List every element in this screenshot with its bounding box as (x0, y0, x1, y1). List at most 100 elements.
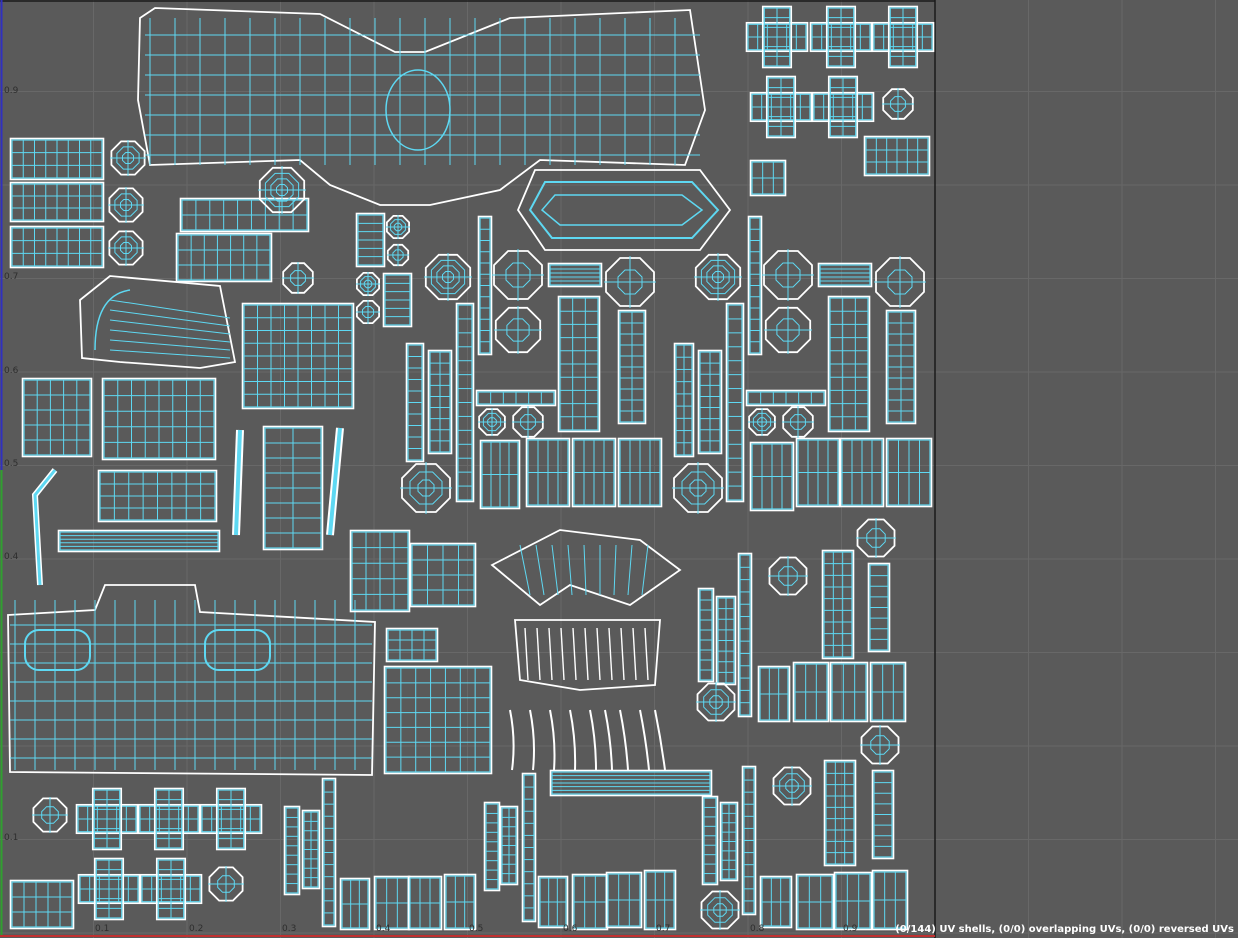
uv-shell (725, 302, 745, 503)
uv-shell (509, 709, 666, 771)
u-tick-label: 0.4 (376, 924, 391, 934)
uv-shell (672, 462, 724, 514)
u-tick-label: 0.7 (656, 924, 671, 934)
uv-shell (155, 857, 187, 921)
uv-shell (795, 873, 835, 931)
uv-shell (79, 275, 237, 369)
uv-shell (741, 765, 757, 916)
uv-shell (385, 214, 411, 240)
uv-shell (549, 769, 713, 797)
uv-shell (759, 875, 793, 929)
uv-shell (874, 256, 926, 308)
v-tick-label: 0.5 (4, 459, 19, 469)
uv-shell (856, 518, 896, 558)
uv-shell (405, 342, 425, 463)
uv-shell (215, 787, 247, 851)
uv-shells[interactable] (7, 5, 935, 931)
uv-shell (525, 437, 571, 508)
uv-shell (21, 377, 93, 458)
uv-shell (696, 682, 736, 722)
uv-shell (512, 406, 544, 438)
uv-shell (153, 787, 185, 851)
uv-shell (772, 766, 812, 806)
uv-shell (617, 437, 663, 508)
v-tick-label: 0.9 (4, 86, 19, 96)
uv-shell (537, 875, 569, 929)
uv-shell (9, 879, 75, 930)
uv-shell (749, 159, 787, 197)
uv-shell (719, 801, 739, 882)
u-tick-label: 0.2 (189, 924, 204, 934)
uv-shell (821, 549, 855, 660)
uv-shell (478, 408, 506, 436)
uv-shell (825, 5, 857, 69)
uv-shell (137, 7, 706, 206)
uv-shell (321, 777, 337, 928)
uv-shell (827, 295, 871, 433)
uv-shell (301, 809, 321, 890)
uv-shell (885, 437, 933, 508)
uv-shell (101, 377, 217, 461)
v-tick-label: 0.6 (4, 366, 19, 376)
uv-layout-canvas[interactable] (0, 0, 1238, 938)
uv-shell (479, 439, 521, 510)
uv-shell (443, 873, 477, 931)
v-tick-label: 0.7 (4, 272, 19, 282)
uv-shell (747, 215, 763, 356)
uv-shell (887, 5, 919, 69)
v-tick-label: 0.4 (4, 552, 19, 562)
uv-shell (817, 262, 873, 288)
uv-shell (749, 441, 795, 512)
uv-editor-viewport[interactable]: 0.1 0.2 0.3 0.4 0.5 0.6 0.7 0.8 0.9 0.9 0.7 0.6 0.5… (0, 0, 1238, 938)
uv-shell (475, 389, 557, 407)
uv-shell (499, 805, 519, 886)
uv-shell (355, 299, 381, 325)
uv-shell (673, 342, 695, 458)
uv-shell (514, 619, 661, 691)
uv-shell (768, 556, 808, 596)
uv-shell (241, 302, 355, 410)
uv-shell (557, 295, 601, 433)
uv-shell (869, 661, 907, 723)
uv-shell (108, 187, 144, 223)
u-tick-label: 0.3 (282, 924, 297, 934)
uv-shell (547, 262, 603, 288)
uv-shell (9, 225, 105, 269)
uv-shell (262, 425, 324, 551)
uv-shell (701, 795, 719, 886)
u-tick-label: 0.5 (469, 924, 484, 934)
uv-shell (571, 873, 609, 931)
v-tick-label: 0.1 (4, 833, 19, 843)
uv-shell (175, 232, 273, 283)
uv-shell (373, 875, 411, 931)
uv-shell (643, 869, 677, 931)
uv-shell (91, 787, 123, 851)
uv-shell (605, 871, 643, 929)
uv-shell (97, 469, 218, 523)
uv-shell (871, 869, 909, 931)
uv-shell (521, 772, 537, 923)
uv-shell (737, 552, 753, 718)
uv-shell (792, 661, 830, 723)
uv-shell (409, 542, 477, 608)
uv-shell (110, 140, 146, 176)
uv-shell (386, 243, 410, 267)
uv-shell (427, 349, 453, 455)
uv-shell (407, 875, 443, 931)
uv-shell (355, 212, 386, 268)
uv-shell (349, 529, 411, 613)
uv-shell (9, 137, 105, 181)
uv-shell (282, 262, 314, 294)
uv-shell (882, 88, 914, 120)
uv-shell (494, 306, 542, 354)
u-tick-label: 0.6 (563, 924, 578, 934)
uv-shell (400, 462, 452, 514)
uv-shell (829, 661, 869, 723)
uv-shell (617, 309, 647, 425)
uv-shell (863, 135, 931, 177)
uv-shell (748, 408, 776, 436)
uv-shell (833, 871, 873, 931)
uv-shell (839, 437, 885, 508)
uv-shell (795, 437, 841, 508)
uv-shell (827, 75, 859, 139)
